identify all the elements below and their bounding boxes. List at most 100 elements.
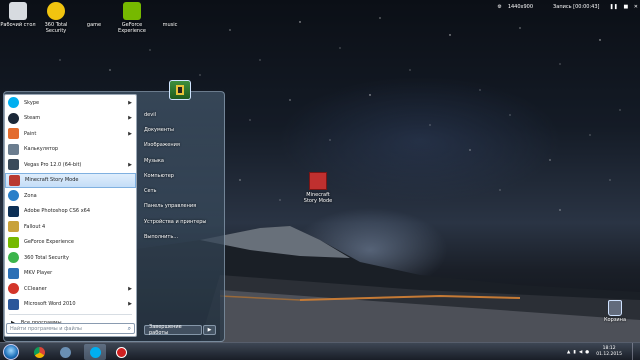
taskbar-skype[interactable]: [84, 344, 106, 360]
submenu-arrow-icon: ▶: [128, 115, 132, 122]
program-item-minecraft[interactable]: Minecraft Story Mode: [5, 172, 136, 188]
recycle-bin[interactable]: Корзина: [600, 300, 630, 323]
steam-icon: [59, 346, 71, 358]
divider: [9, 314, 132, 315]
recorder-resolution: 1440x900: [507, 4, 534, 10]
360-security-icon: [47, 2, 65, 20]
program-label: Fallout 4: [24, 223, 46, 230]
shutdown-options-button[interactable]: ▶: [203, 325, 216, 335]
place-run[interactable]: Выполнить...: [141, 229, 221, 244]
shutdown-button[interactable]: Завершение работы: [144, 324, 202, 336]
place-computer[interactable]: Компьютер: [141, 168, 221, 183]
program-label: MKV Player: [24, 270, 53, 277]
submenu-arrow-icon: ▶: [128, 99, 132, 106]
volume-icon[interactable]: ◀: [579, 350, 582, 355]
program-label: Zona: [24, 192, 37, 199]
network-icon[interactable]: ▮: [573, 350, 575, 355]
place-user[interactable]: devil: [141, 107, 221, 122]
place-documents[interactable]: Документы: [141, 122, 221, 137]
desktop-icon-label: Рабочий стол: [0, 22, 36, 28]
submenu-arrow-icon: ▶: [128, 161, 132, 168]
program-label: Microsoft Word 2010: [24, 301, 76, 308]
chevron-right-icon: ▶: [207, 327, 212, 333]
program-item-word[interactable]: Microsoft Word 2010 ▶: [5, 297, 136, 313]
taskbar-steam[interactable]: [54, 344, 76, 360]
program-label: Adobe Photoshop CS6 x64: [24, 208, 91, 215]
folder-icon: [161, 2, 179, 20]
desktop-icon-geforce[interactable]: GeForce Experience: [114, 0, 150, 44]
360-security-icon: [8, 252, 19, 264]
system-tray: ▲ ▮ ◀ ● 18:12 01.12.2015: [567, 344, 622, 360]
shutdown-label: Завершение работы: [149, 324, 182, 336]
program-item-skype[interactable]: Skype ▶: [5, 95, 136, 111]
taskbar-chrome[interactable]: [28, 344, 50, 360]
program-item-fallout[interactable]: Fallout 4: [5, 219, 136, 235]
photoshop-icon: [8, 205, 19, 217]
program-label: CCleaner: [24, 285, 47, 292]
program-item-360-security[interactable]: 360 Total Security: [5, 250, 136, 266]
language-icon[interactable]: ●: [585, 350, 589, 355]
paint-icon: [8, 128, 19, 140]
skype-icon: [89, 346, 101, 358]
tray-arrow-icon[interactable]: ▲: [567, 350, 570, 355]
mkv-player-icon: [8, 267, 19, 279]
recorder-settings-icon[interactable]: ⚙: [497, 4, 501, 10]
start-button[interactable]: [3, 344, 19, 360]
recorder-status: Запись [00:00:43]: [553, 4, 600, 10]
start-menu-places: devil Документы Изображения Музыка Компь…: [141, 107, 221, 245]
start-search-input[interactable]: Найти программы и файлы ⌕: [6, 323, 135, 334]
program-label: Steam: [24, 115, 41, 122]
nvidia-icon: [123, 2, 141, 20]
taskbar: ▲ ▮ ◀ ● 18:12 01.12.2015: [0, 342, 640, 360]
minecraft-cube-icon: [309, 172, 327, 190]
taskbar-recorder[interactable]: [110, 344, 132, 360]
stop-icon[interactable]: ■: [623, 4, 628, 10]
desktop-icon-360-security[interactable]: 360 Total Security: [38, 0, 74, 44]
desktop-icon-label: game: [86, 22, 102, 28]
program-item-geforce[interactable]: GeForce Experience: [5, 235, 136, 251]
program-label: Paint: [24, 130, 37, 137]
user-picture[interactable]: [169, 80, 191, 100]
search-placeholder: Найти программы и файлы: [10, 325, 82, 332]
program-item-steam[interactable]: Steam ▶: [5, 111, 136, 127]
chrome-icon: [33, 346, 45, 358]
submenu-arrow-icon: ▶: [128, 301, 132, 308]
place-devices-printers[interactable]: Устройства и принтеры: [141, 214, 221, 229]
place-music[interactable]: Музыка: [141, 153, 221, 168]
place-control-panel[interactable]: Панель управления: [141, 199, 221, 214]
desktop-icon-label: GeForce Experience: [118, 22, 146, 34]
recycle-bin-icon: [608, 300, 622, 316]
ccleaner-icon: [8, 283, 19, 295]
zona-icon: [8, 190, 19, 202]
desktop-icon-game[interactable]: game: [76, 0, 112, 44]
recycle-bin-label: Корзина: [603, 317, 627, 323]
place-network[interactable]: Сеть: [141, 183, 221, 198]
show-desktop-button[interactable]: [632, 343, 640, 360]
close-icon[interactable]: ✕: [634, 4, 638, 10]
search-icon: ⌕: [127, 325, 131, 332]
program-item-calculator[interactable]: Калькулятор: [5, 142, 136, 158]
submenu-arrow-icon: ▶: [128, 130, 132, 137]
pause-icon[interactable]: ❚❚: [609, 4, 617, 10]
program-label: Vegas Pro 12.0 (64-bit): [24, 161, 82, 168]
program-item-mkv-player[interactable]: MKV Player: [5, 266, 136, 282]
program-item-vegas[interactable]: Vegas Pro 12.0 (64-bit) ▶: [5, 157, 136, 173]
program-label: GeForce Experience: [24, 239, 74, 246]
desktop-icon-label: music: [162, 22, 178, 28]
program-label: Minecraft Story Mode: [25, 177, 79, 184]
user-avatar-icon: [176, 85, 184, 95]
shortcut-label: Minecraft Story Mode: [303, 192, 333, 204]
program-item-paint[interactable]: Paint ▶: [5, 126, 136, 142]
minecraft-icon: [9, 174, 20, 186]
program-item-zona[interactable]: Zona: [5, 188, 136, 204]
vegas-icon: [8, 159, 19, 171]
program-item-photoshop[interactable]: Adobe Photoshop CS6 x64: [5, 204, 136, 220]
place-pictures[interactable]: Изображения: [141, 138, 221, 153]
calculator-icon: [8, 143, 19, 155]
program-item-ccleaner[interactable]: CCleaner ▶: [5, 281, 136, 297]
clock[interactable]: 18:12 01.12.2015: [596, 346, 622, 358]
desktop-shortcut-minecraft[interactable]: Minecraft Story Mode: [300, 172, 336, 204]
clock-date: 01.12.2015: [596, 352, 622, 357]
desktop-icon-music[interactable]: music: [152, 0, 188, 44]
desktop-icon-desktop[interactable]: Рабочий стол: [0, 0, 36, 44]
